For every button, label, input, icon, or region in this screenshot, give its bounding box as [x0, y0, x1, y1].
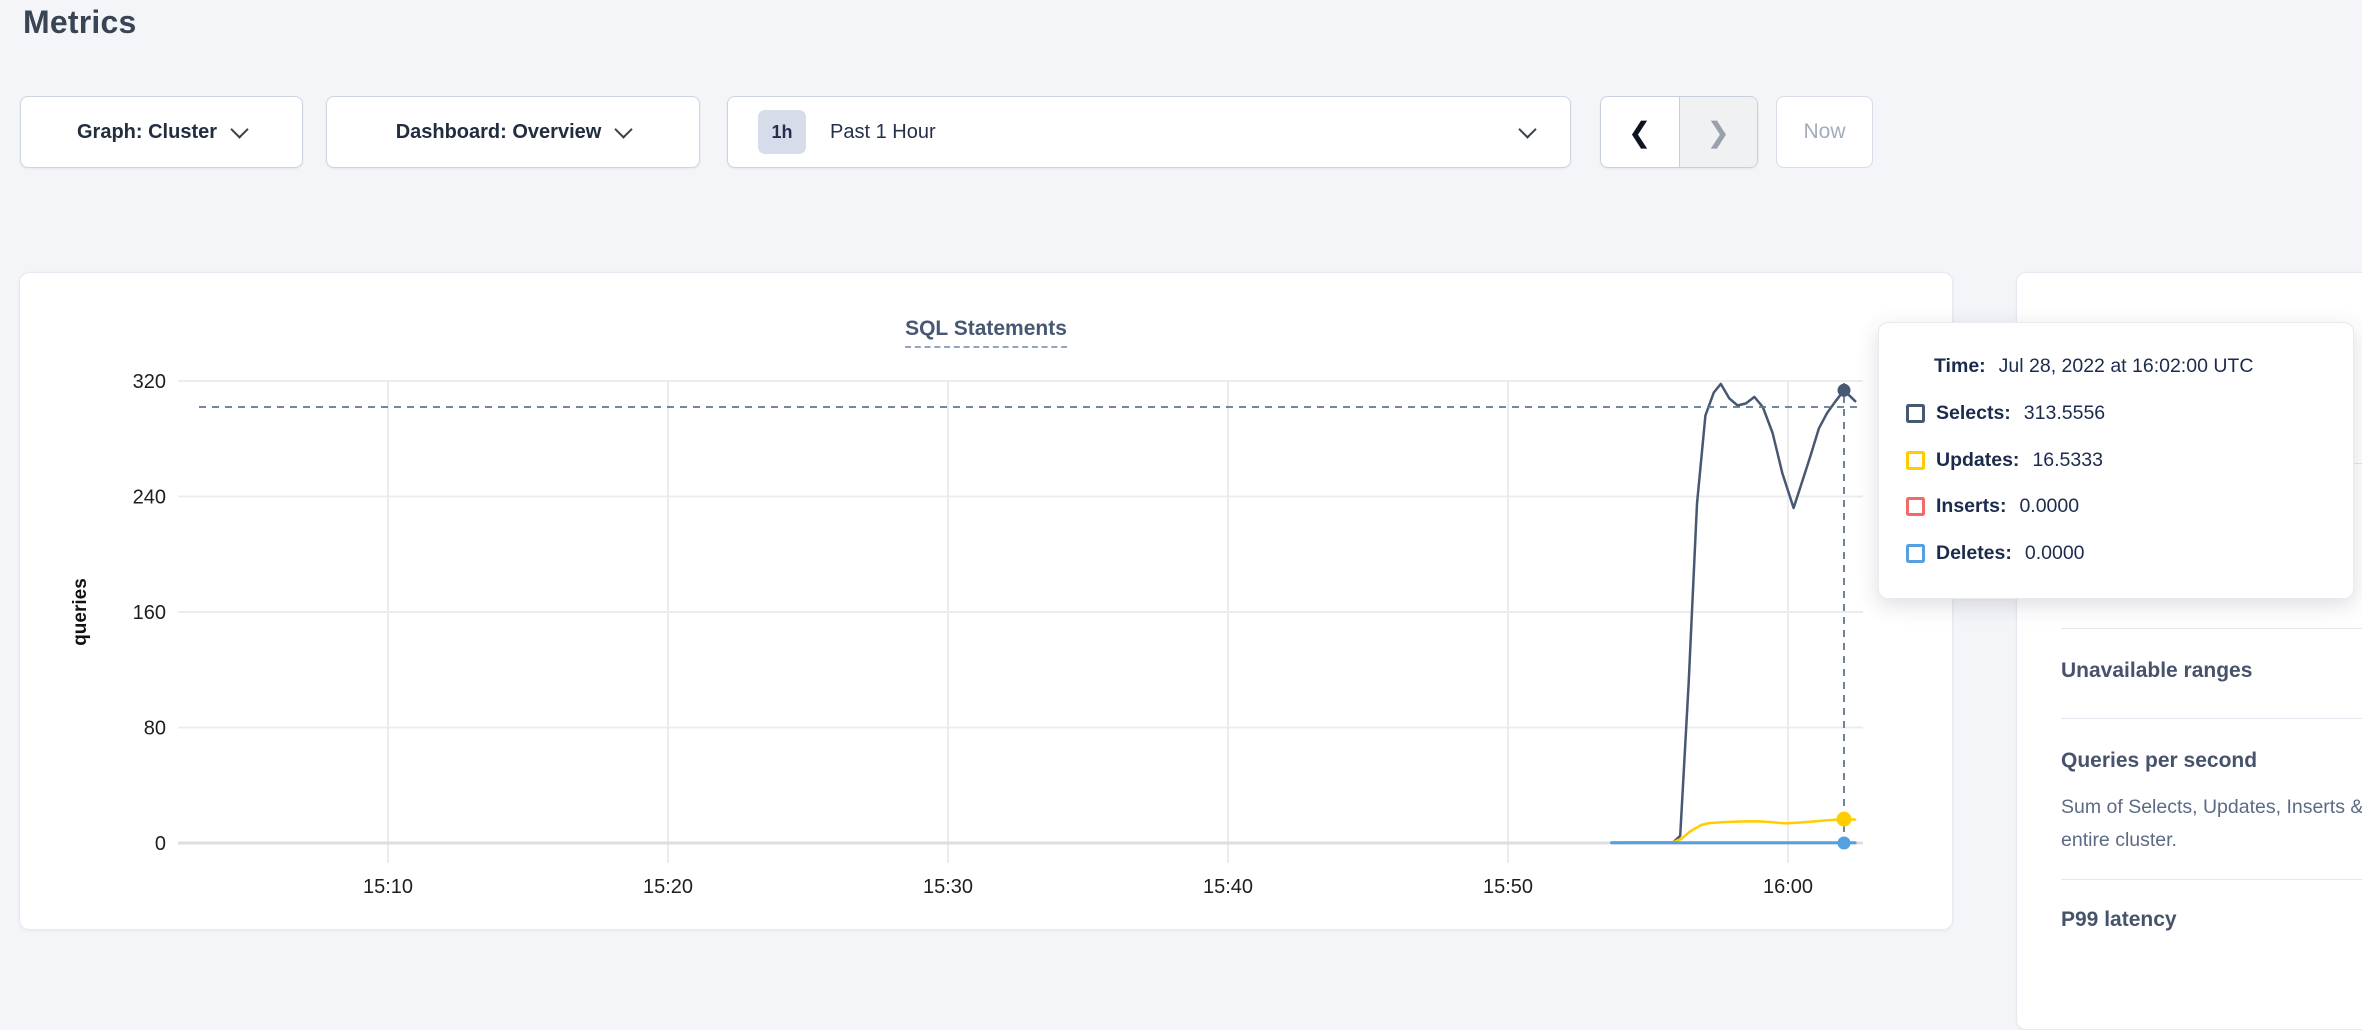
chevron-right-icon: ❯ [1707, 116, 1730, 149]
dashboard-dropdown-label: Dashboard: Overview [396, 121, 602, 144]
tooltip-series-label: Inserts: [1936, 495, 2006, 518]
time-range-dropdown[interactable]: 1h Past 1 Hour [727, 96, 1571, 168]
chevron-down-icon [230, 120, 248, 138]
sidebar-description: Sum of Selects, Updates, Inserts & Delet… [2061, 791, 2362, 857]
x-axis-tick-label: 15:50 [1483, 876, 1533, 898]
tooltip-series-label: Updates: [1936, 449, 2019, 472]
sql-statements-chart[interactable]: 15:10 15:20 15:30 15:40 15:50 16:00 0 80 160 240 3… [20, 273, 1954, 931]
sidebar-divider [2061, 879, 2362, 880]
series-line-selects [1612, 384, 1856, 843]
chevron-down-icon [1518, 120, 1536, 138]
x-axis-tick-label: 15:20 [643, 876, 693, 898]
tooltip-time-label: Time: [1934, 355, 1986, 378]
x-axis-tick-label: 15:30 [923, 876, 973, 898]
inserts-legend-swatch-icon [1906, 497, 1925, 516]
hover-point-updates [1837, 812, 1852, 827]
y-axis-tick-label: 160 [133, 602, 166, 624]
sidebar-divider [2061, 718, 2362, 719]
x-axis-tick-label: 15:40 [1203, 876, 1253, 898]
tooltip-time-value: Jul 28, 2022 at 16:02:00 UTC [1999, 355, 2254, 378]
deletes-legend-swatch-icon [1906, 544, 1925, 563]
sidebar-heading: Queries per second [2061, 749, 2257, 773]
tooltip-row-inserts: Inserts: 0.0000 [1906, 495, 2079, 518]
chevron-down-icon [615, 120, 633, 138]
tooltip-row-selects: Selects: 313.5556 [1906, 402, 2105, 425]
x-axis-tick-label: 16:00 [1763, 876, 1813, 898]
tooltip-series-value: 0.0000 [2025, 542, 2085, 565]
now-button[interactable]: Now [1776, 96, 1873, 168]
metrics-page: { "page": { "title": "Metrics", "backgro… [0, 0, 2362, 966]
time-range-label: Past 1 Hour [830, 121, 936, 144]
y-axis-title: queries [70, 578, 91, 646]
y-axis-tick-label: 320 [133, 371, 166, 393]
hover-point-deletes [1838, 837, 1851, 850]
next-timespan-button[interactable]: ❯ [1680, 97, 1758, 167]
dashboard-dropdown[interactable]: Dashboard: Overview [326, 96, 700, 168]
tooltip-series-label: Selects: [1936, 402, 2011, 425]
hover-point-selects [1838, 384, 1851, 397]
previous-timespan-button[interactable]: ❮ [1601, 97, 1680, 167]
tooltip-series-label: Deletes: [1936, 542, 2012, 565]
y-axis-tick-label: 80 [144, 718, 166, 740]
series-line-updates [1612, 819, 1856, 843]
sidebar-heading: P99 latency [2061, 908, 2177, 932]
tooltip-series-value: 16.5333 [2032, 449, 2103, 472]
time-pager: ❮ ❯ [1600, 96, 1758, 168]
page-title: Metrics [23, 4, 136, 41]
tooltip-row-updates: Updates: 16.5333 [1906, 449, 2103, 472]
x-axis-tick-label: 15:10 [363, 876, 413, 898]
chevron-left-icon: ❮ [1628, 116, 1651, 149]
chart-hover-tooltip: Time: Jul 28, 2022 at 16:02:00 UTC Selec… [1878, 322, 2354, 599]
sidebar-divider [2061, 628, 2362, 629]
tooltip-series-value: 0.0000 [2019, 495, 2079, 518]
sidebar-heading: Unavailable ranges [2061, 659, 2252, 683]
y-axis-tick-label: 0 [155, 833, 166, 855]
tooltip-row-deletes: Deletes: 0.0000 [1906, 542, 2085, 565]
graph-dropdown[interactable]: Graph: Cluster [20, 96, 303, 168]
updates-legend-swatch-icon [1906, 451, 1925, 470]
sql-statements-chart-card: SQL Statements 15:1015:2015:3015:4015:50… [19, 272, 1953, 930]
selects-legend-swatch-icon [1906, 404, 1925, 423]
tooltip-time-row: Time: Jul 28, 2022 at 16:02:00 UTC [1934, 355, 2253, 378]
time-range-badge: 1h [758, 110, 806, 154]
tooltip-series-value: 313.5556 [2024, 402, 2105, 425]
y-axis-tick-label: 240 [133, 487, 166, 509]
graph-dropdown-label: Graph: Cluster [77, 121, 217, 144]
